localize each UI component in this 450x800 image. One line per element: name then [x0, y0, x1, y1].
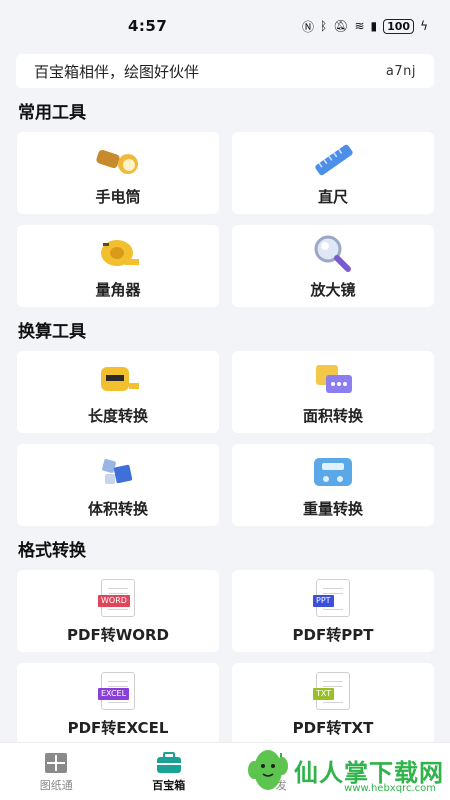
ppt-file-icon: PPT: [310, 578, 356, 618]
mute-bell-icon: 🔕︎: [333, 19, 349, 33]
txt-file-icon: TXT: [310, 671, 356, 711]
tool-label: PDF转WORD: [67, 625, 169, 644]
file-tag: WORD: [98, 594, 130, 607]
magnifier-icon: [310, 233, 356, 273]
tool-label: 面积转换: [302, 406, 363, 425]
tool-label: PDF转TXT: [292, 718, 374, 737]
status-time: 4:57: [128, 17, 168, 35]
alert-icon: ▮: [370, 19, 378, 33]
tool-card-pdf-txt[interactable]: TXT PDF转TXT: [232, 663, 434, 745]
file-tag: TXT: [313, 687, 335, 700]
tool-label: 体积转换: [87, 499, 148, 518]
tool-label: 重量转换: [302, 499, 363, 518]
charging-icon: ϟ: [420, 19, 428, 33]
invite-code[interactable]: a7nj: [386, 64, 416, 79]
tool-label: 手电筒: [95, 187, 141, 206]
toolbox-icon: [156, 751, 181, 773]
tool-label: 长度转换: [87, 406, 148, 425]
word-file-icon: WORD: [95, 578, 141, 618]
tool-card-weight[interactable]: 重量转换: [232, 444, 434, 526]
bluetooth-icon: ᛒ: [320, 19, 328, 33]
nav-tab-toolbox[interactable]: 百宝箱: [113, 751, 226, 793]
slogan-banner: 百宝箱相伴，绘图好伙伴 a7nj: [16, 54, 434, 88]
tool-label: PDF转EXCEL: [67, 718, 169, 737]
tool-card-area[interactable]: 面积转换: [232, 351, 434, 433]
section-title-format: 格式转换: [18, 540, 86, 561]
blueprint-icon: [45, 752, 68, 773]
status-icons: Ⓝ ᛒ 🔕︎ ≋ ▮ 100 ϟ: [302, 18, 428, 35]
scale-icon: [310, 452, 356, 492]
nfc-icon: Ⓝ: [301, 19, 314, 34]
common-tools-grid: 手电筒 直尺 量角器 放大镜: [17, 132, 450, 307]
watermark: 仙人掌下载网 www.hebxqrc.com: [246, 744, 444, 796]
tool-card-pdf-word[interactable]: WORD PDF转WORD: [17, 570, 219, 652]
watermark-url: www.hebxqrc.com: [344, 783, 436, 794]
flashlight-icon: [95, 140, 141, 180]
tool-card-ruler[interactable]: 直尺: [232, 132, 434, 214]
length-tape-icon: [95, 359, 141, 399]
tool-card-magnifier[interactable]: 放大镜: [232, 225, 434, 307]
status-bar: 4:57 Ⓝ ᛒ 🔕︎ ≋ ▮ 100 ϟ: [0, 0, 450, 52]
excel-file-icon: EXCEL: [95, 671, 141, 711]
battery-icon: 100: [383, 18, 415, 34]
convert-tools-grid: 长度转换 面积转换 体积转换 重量转换: [17, 351, 450, 526]
tool-card-volume[interactable]: 体积转换: [17, 444, 219, 526]
cactus-icon: [248, 750, 288, 790]
tool-card-length[interactable]: 长度转换: [17, 351, 219, 433]
ruler-icon: [310, 140, 356, 180]
format-tools-grid: WORD PDF转WORD PPT PDF转PPT EXCEL PDF转EXCE…: [17, 570, 450, 745]
tool-label: 直尺: [317, 187, 348, 206]
section-title-convert: 换算工具: [18, 321, 86, 342]
cubes-icon: [95, 452, 141, 492]
calculator-icon: [310, 359, 356, 399]
tool-label: 量角器: [95, 280, 141, 299]
tool-card-pdf-ppt[interactable]: PPT PDF转PPT: [232, 570, 434, 652]
file-tag: EXCEL: [98, 687, 130, 700]
slogan-text: 百宝箱相伴，绘图好伙伴: [34, 62, 200, 81]
nav-tab-drawings[interactable]: 图纸通: [0, 751, 113, 793]
tape-measure-icon: [95, 233, 141, 273]
tool-card-flashlight[interactable]: 手电筒: [17, 132, 219, 214]
nav-label: 百宝箱: [152, 778, 186, 792]
tool-card-protractor[interactable]: 量角器: [17, 225, 219, 307]
file-tag: PPT: [313, 594, 334, 607]
tool-label: 放大镜: [310, 280, 356, 299]
tool-card-pdf-excel[interactable]: EXCEL PDF转EXCEL: [17, 663, 219, 745]
wifi-icon: ≋: [354, 19, 365, 33]
section-title-common: 常用工具: [18, 102, 86, 123]
nav-label: 图纸通: [39, 778, 73, 792]
tool-label: PDF转PPT: [292, 625, 374, 644]
